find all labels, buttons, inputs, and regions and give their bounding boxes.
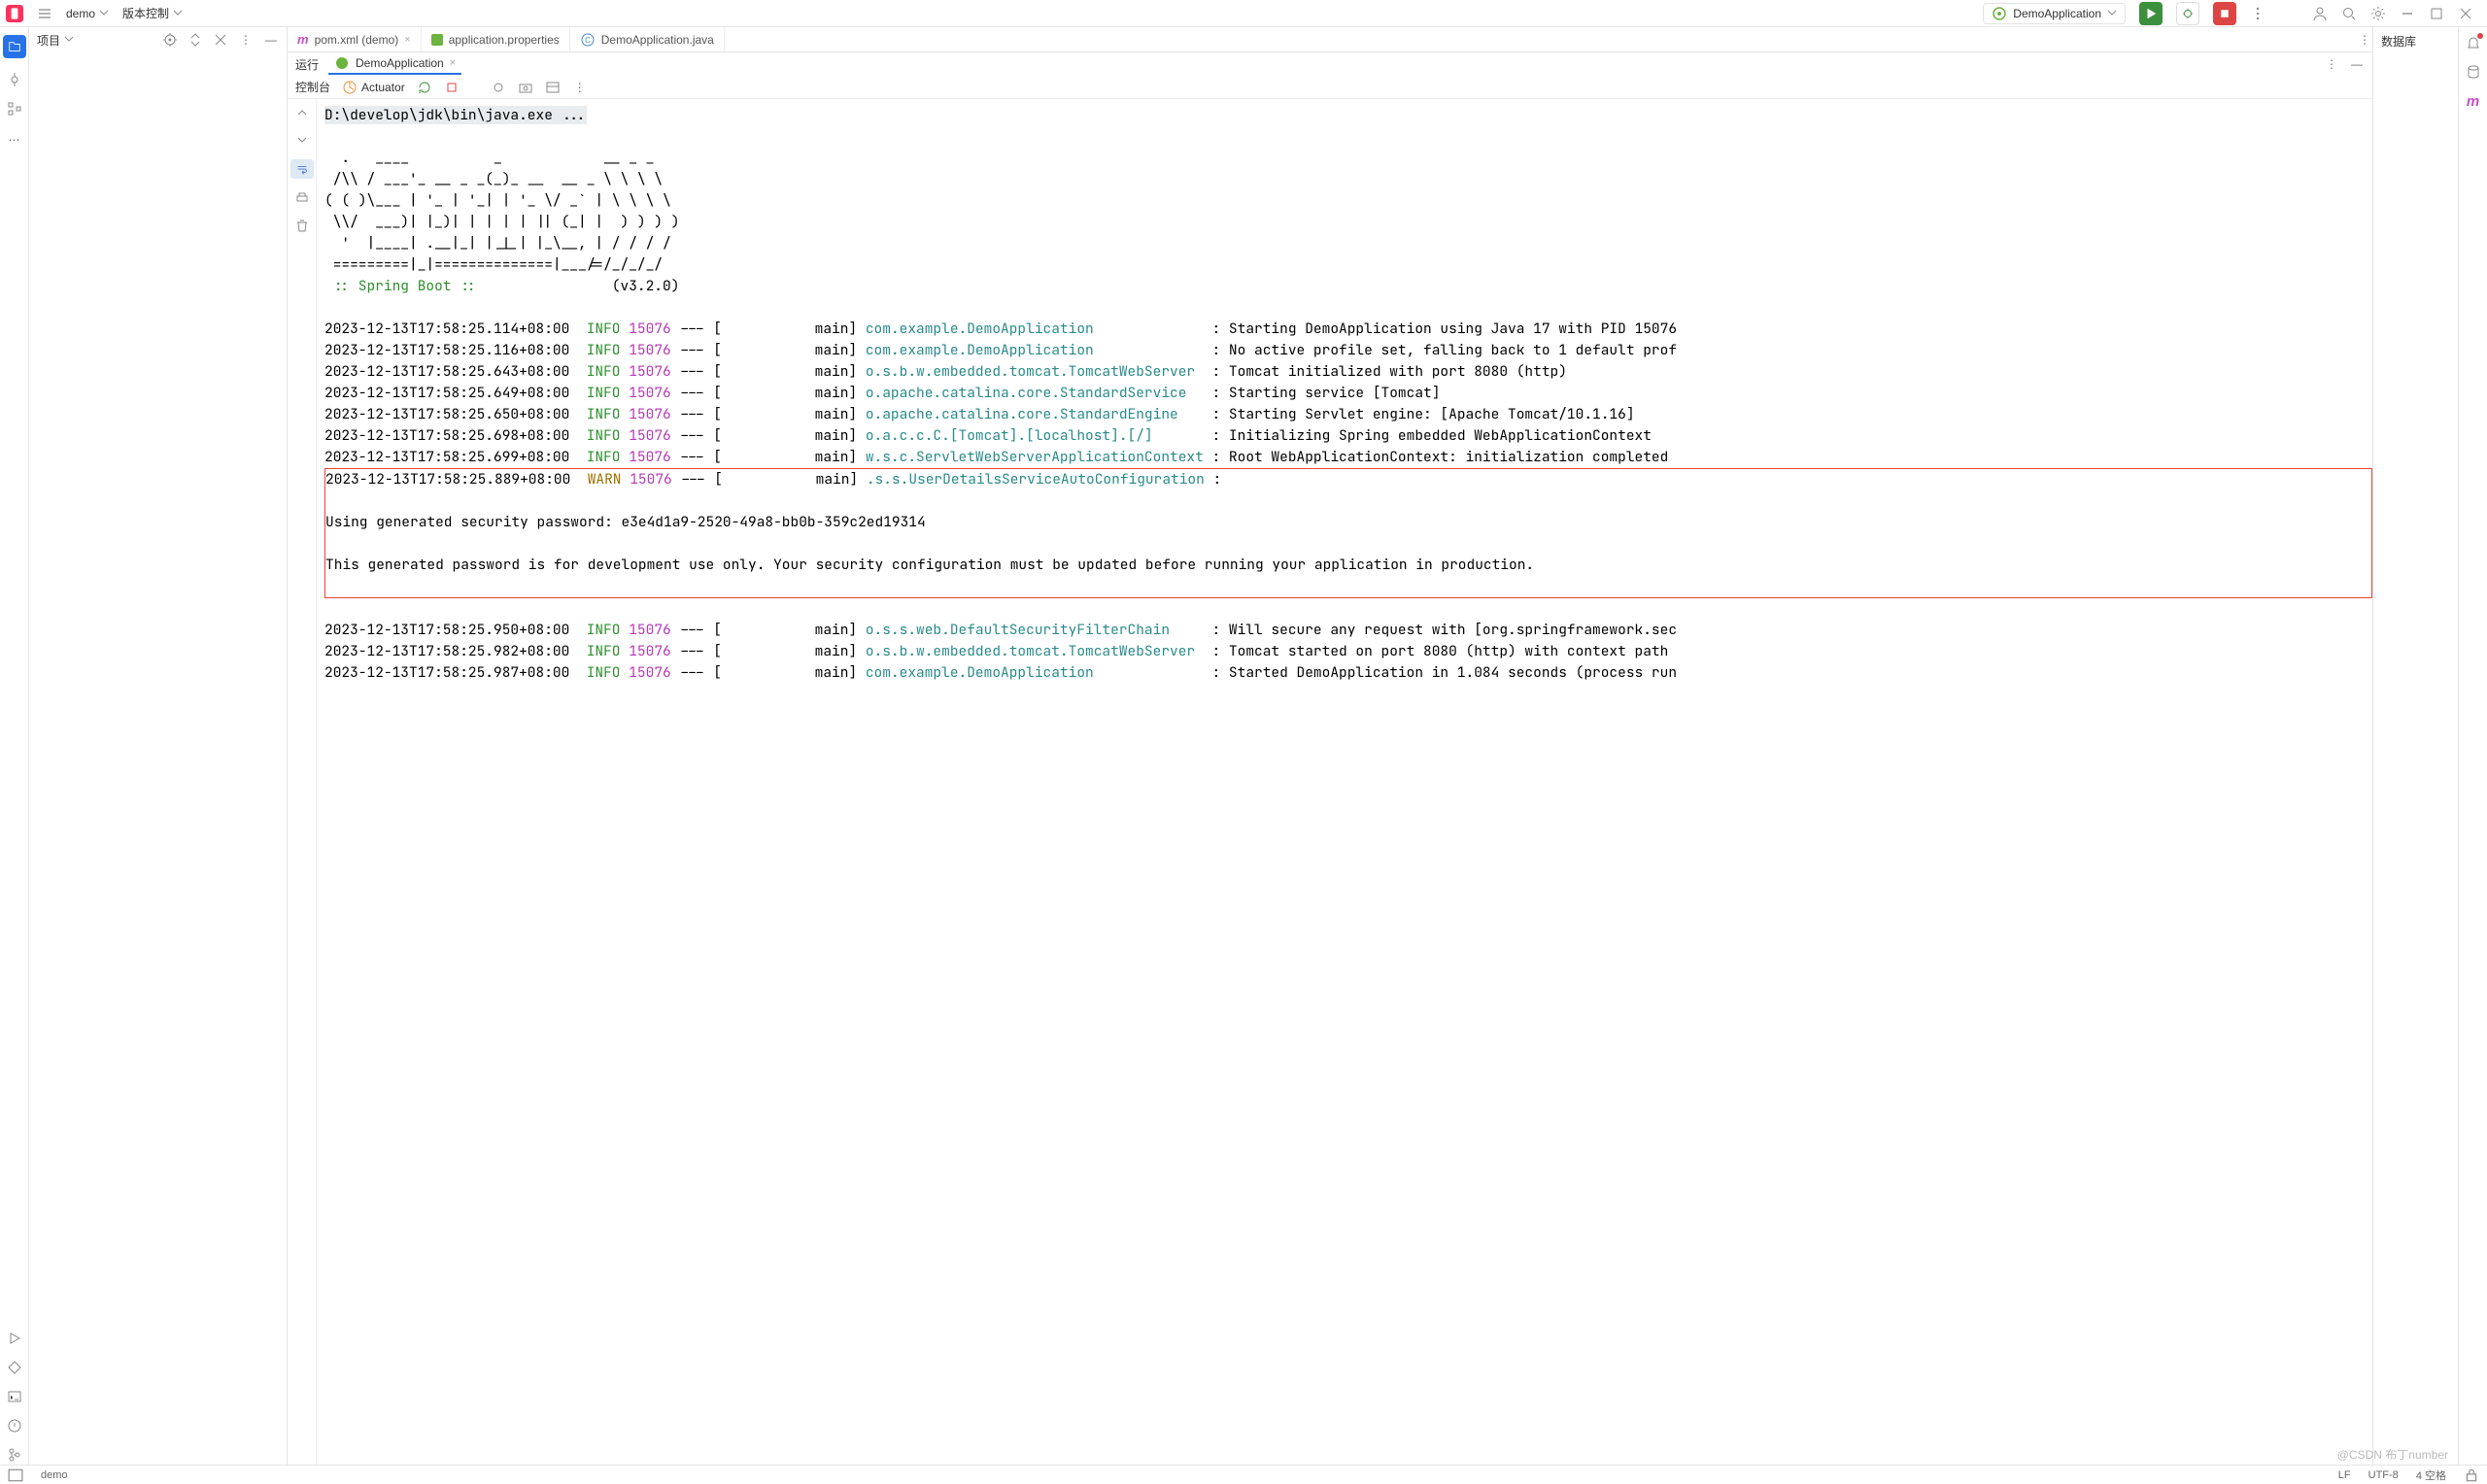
minimize-icon[interactable] <box>2400 6 2415 21</box>
stop-button[interactable] <box>2213 2 2236 25</box>
vcs-label: 版本控制 <box>122 5 169 21</box>
run-button[interactable] <box>2139 2 2163 25</box>
spring-file-icon <box>431 34 443 46</box>
tab-demo-java[interactable]: C DemoApplication.java <box>570 27 725 51</box>
stop-icon[interactable] <box>444 80 460 95</box>
more-icon[interactable] <box>2250 6 2266 21</box>
locate-icon[interactable] <box>162 32 178 48</box>
maven-tool-icon[interactable]: m <box>2466 93 2481 109</box>
run-sub-tabs: 控制台 Actuator ⋮ <box>288 76 2372 99</box>
run-tab-demo[interactable]: DemoApplication × <box>328 53 461 75</box>
readonly-icon[interactable] <box>2464 1467 2479 1483</box>
actuator-tab[interactable]: Actuator <box>342 80 405 95</box>
debug-button[interactable] <box>2176 2 2199 25</box>
tab-app-props[interactable]: application.properties <box>422 27 570 51</box>
expand-icon[interactable] <box>187 32 203 48</box>
services-icon[interactable] <box>7 1360 22 1375</box>
project-tool-button[interactable] <box>3 35 26 58</box>
database-tool-icon[interactable] <box>2466 64 2481 80</box>
run-stripe-icon[interactable] <box>7 1331 22 1346</box>
scroll-down-icon[interactable] <box>294 132 310 148</box>
tabs-more-icon[interactable]: ⋮ <box>2357 32 2372 48</box>
more-tools-icon[interactable]: ⋯ <box>7 132 22 148</box>
run-more-icon[interactable]: ⋮ <box>2324 56 2339 72</box>
run-config-icon <box>1992 6 2007 21</box>
trash-icon[interactable] <box>294 218 310 233</box>
main-menu-icon[interactable] <box>37 6 52 21</box>
run-hide-icon[interactable]: — <box>2349 56 2365 72</box>
status-indent[interactable]: 4 空格 <box>2416 1467 2446 1483</box>
svg-text:C: C <box>585 36 591 45</box>
status-lf[interactable]: LF <box>2338 1469 2351 1481</box>
notifications-icon[interactable] <box>2466 35 2481 51</box>
snapshot-icon[interactable] <box>518 80 533 95</box>
run-config-name: DemoApplication <box>2013 7 2101 20</box>
project-pane: 项目 ⋮ — <box>29 27 288 1465</box>
left-stripe: ⋯ <box>0 27 29 1465</box>
layout-icon[interactable] <box>545 80 561 95</box>
soft-wrap-icon[interactable] <box>290 159 314 179</box>
vcs-dropdown[interactable]: 版本控制 <box>122 5 183 21</box>
structure-tool-icon[interactable] <box>7 101 22 117</box>
search-icon[interactable] <box>2341 6 2357 21</box>
commit-tool-icon[interactable] <box>7 72 22 87</box>
java-class-icon: C <box>580 32 596 48</box>
chevron-down-icon <box>173 7 183 20</box>
debug-icon[interactable] <box>491 80 506 95</box>
user-icon[interactable] <box>2312 6 2328 21</box>
console-tab[interactable]: 控制台 <box>295 79 330 95</box>
problems-icon[interactable] <box>7 1418 22 1433</box>
database-pane-title: 数据库 <box>2381 33 2416 50</box>
close-icon[interactable]: × <box>450 57 456 69</box>
spring-icon <box>334 55 350 71</box>
project-pane-title[interactable]: 项目 <box>37 32 74 49</box>
maximize-icon[interactable] <box>2429 6 2444 21</box>
tab-pom[interactable]: m pom.xml (demo) × <box>288 27 422 51</box>
rerun-icon[interactable] <box>417 80 432 95</box>
toolbar-more-icon[interactable]: ⋮ <box>572 80 588 95</box>
console-gutter <box>288 99 317 1465</box>
settings-icon[interactable] <box>2370 6 2386 21</box>
hide-icon[interactable] <box>213 32 228 48</box>
status-project-icon[interactable] <box>8 1467 23 1483</box>
console-output[interactable]: D:\develop\jdk\bin\java.exe ... . ____ _… <box>317 99 2372 1465</box>
close-window-icon[interactable] <box>2458 6 2473 21</box>
close-icon[interactable]: × <box>404 34 410 46</box>
run-label: 运行 <box>295 56 319 73</box>
project-name: demo <box>66 7 95 20</box>
status-charset[interactable]: UTF-8 <box>2368 1469 2399 1481</box>
project-dropdown[interactable]: demo <box>66 7 109 20</box>
collapse-icon[interactable]: — <box>263 32 279 48</box>
maven-file-icon: m <box>297 32 309 47</box>
ide-logo-icon <box>6 5 23 22</box>
terminal-icon[interactable] <box>7 1389 22 1404</box>
pane-more-icon[interactable]: ⋮ <box>238 32 254 48</box>
editor-tabs: m pom.xml (demo) × application.propertie… <box>288 27 2372 52</box>
chevron-down-icon <box>64 33 74 47</box>
run-config-selector[interactable]: DemoApplication <box>1983 3 2126 24</box>
chevron-down-icon <box>99 7 109 20</box>
run-tool-header: 运行 DemoApplication × ⋮ — <box>288 52 2372 76</box>
git-icon[interactable] <box>7 1447 22 1463</box>
scroll-up-icon[interactable] <box>294 105 310 120</box>
print-icon[interactable] <box>294 190 310 206</box>
status-project: demo <box>41 1469 68 1481</box>
database-pane: 数据库 <box>2372 27 2458 1465</box>
watermark: @CSDN 布丁number <box>2337 1446 2448 1463</box>
right-stripe: m <box>2458 27 2487 1465</box>
top-bar: demo 版本控制 DemoApplication <box>0 0 2487 27</box>
actuator-icon <box>342 80 358 95</box>
status-bar: demo LF UTF-8 4 空格 <box>0 1465 2487 1484</box>
chevron-down-icon <box>2107 7 2117 20</box>
